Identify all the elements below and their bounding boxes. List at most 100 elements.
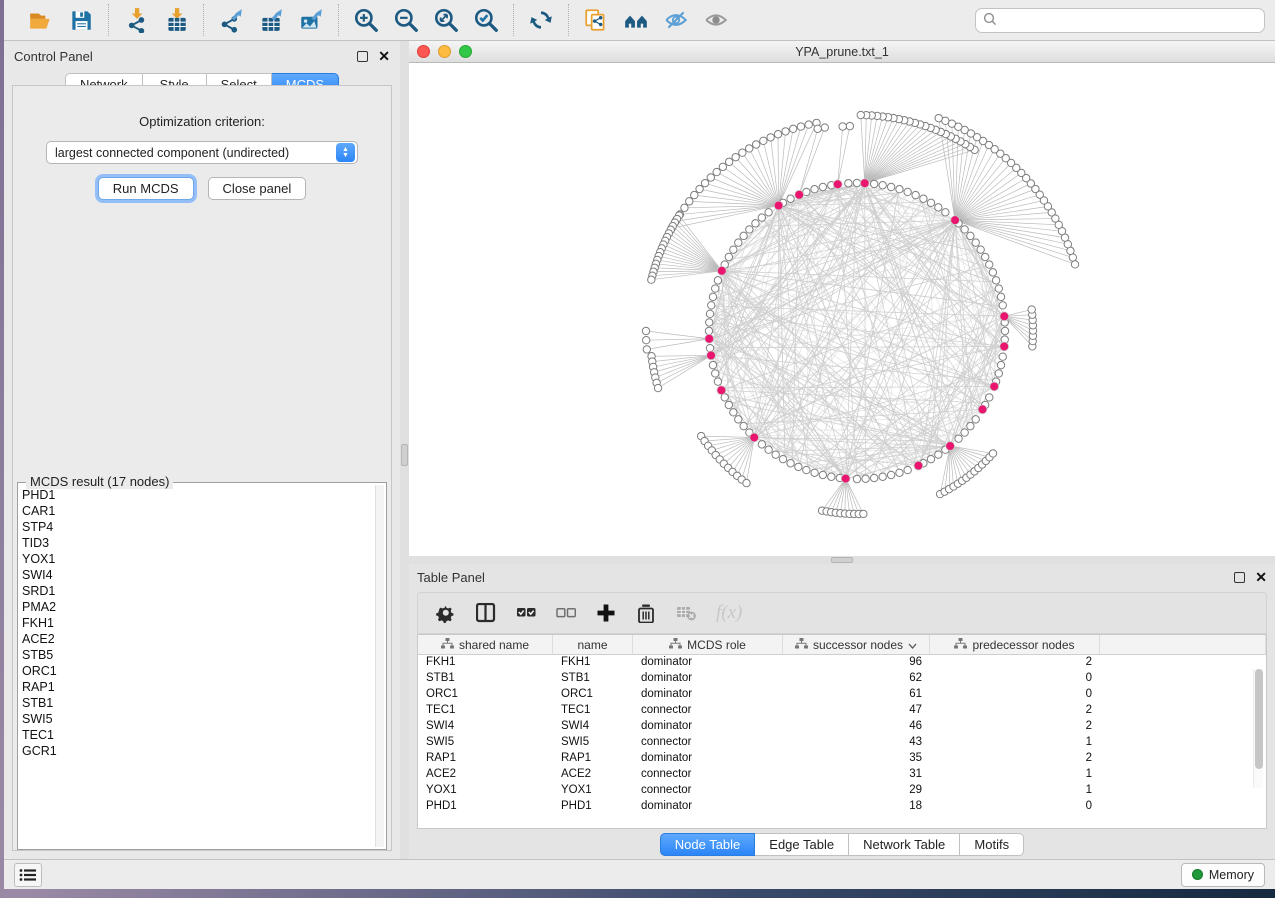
network-canvas[interactable] [409,63,1275,556]
mcds-dominator-node[interactable] [841,474,850,483]
network-node[interactable] [706,319,713,326]
network-node[interactable] [870,474,877,481]
table-row[interactable]: YOX1YOX1connector291 [418,783,1266,799]
column-header-name[interactable]: name [553,635,633,654]
mcds-result-item[interactable]: GCR1 [22,743,374,759]
mcds-result-item[interactable]: PHD1 [22,487,374,503]
network-node[interactable] [725,401,732,408]
mcds-dominator-node[interactable] [951,216,960,225]
column-header-shared-name[interactable]: shared name [418,635,553,654]
network-node[interactable] [879,182,886,189]
network-node[interactable] [740,422,747,429]
tab-network-table[interactable]: Network Table [849,833,960,856]
export-table-button[interactable] [256,5,286,35]
network-graph[interactable] [409,63,1273,555]
add-column-button[interactable] [596,600,616,626]
leaf-node[interactable] [739,149,746,156]
network-node[interactable] [995,285,1002,292]
network-node[interactable] [967,232,974,239]
mcds-dominator-node[interactable] [1000,342,1009,351]
network-node[interactable] [709,361,716,368]
column-header-successor-nodes[interactable]: successor nodes [783,635,930,654]
network-node[interactable] [977,246,984,253]
network-node[interactable] [811,186,818,193]
network-node[interactable] [904,466,911,473]
network-node[interactable] [870,180,877,187]
network-node[interactable] [787,460,794,467]
leaf-node[interactable] [719,163,726,170]
mcds-dominator-node[interactable] [978,405,987,414]
table-row[interactable]: TEC1TEC1connector472 [418,703,1266,719]
leaf-node[interactable] [821,124,828,131]
float-panel-icon[interactable] [1234,572,1245,583]
mcds-list-scrollbar[interactable] [375,485,384,847]
mcds-result-item[interactable]: STB1 [22,695,374,711]
table-row[interactable]: RAP1RAP1dominator352 [418,751,1266,767]
mcds-result-item[interactable]: STP4 [22,519,374,535]
mcds-result-item[interactable]: SWI5 [22,711,374,727]
network-node[interactable] [935,451,942,458]
leaf-node[interactable] [839,123,846,130]
search-input[interactable] [1002,13,1257,27]
leaf-node[interactable] [774,131,781,138]
export-image-button[interactable] [296,5,326,35]
network-node[interactable] [803,466,810,473]
deselect-all-button[interactable] [556,600,576,626]
network-node[interactable] [999,353,1006,360]
node-table[interactable]: shared namenameMCDS rolesuccessor nodesp… [417,634,1267,829]
network-node[interactable] [935,204,942,211]
network-node[interactable] [961,226,968,233]
leaf-node[interactable] [686,198,693,205]
mcds-dominator-node[interactable] [707,351,716,360]
network-node[interactable] [772,451,779,458]
network-node[interactable] [735,239,742,246]
maximize-window-icon[interactable] [459,45,472,58]
network-node[interactable] [735,416,742,423]
network-node[interactable] [705,327,712,334]
mcds-dominator-node[interactable] [946,442,955,451]
leaf-node[interactable] [782,128,789,135]
mcds-result-item[interactable]: STB5 [22,647,374,663]
zoom-fit-button[interactable] [431,5,461,35]
network-node[interactable] [862,475,869,482]
leaf-node[interactable] [745,145,752,152]
network-node[interactable] [819,183,826,190]
network-node[interactable] [1001,327,1008,334]
network-node[interactable] [887,471,894,478]
splitter-grip[interactable] [831,557,853,563]
network-node[interactable] [997,293,1004,300]
table-row[interactable]: ACE2ACE2connector311 [418,767,1266,783]
close-window-icon[interactable] [417,45,430,58]
leaf-node[interactable] [857,111,864,118]
splitter-grip[interactable] [401,444,408,466]
zoom-in-button[interactable] [351,5,381,35]
mcds-result-item[interactable]: PMA2 [22,599,374,615]
table-row[interactable]: SWI5SWI5connector431 [418,735,1266,751]
network-node[interactable] [779,455,786,462]
network-node[interactable] [758,214,765,221]
network-node[interactable] [896,469,903,476]
mcds-dominator-node[interactable] [774,201,783,210]
export-network-button[interactable] [216,5,246,35]
leaf-node[interactable] [648,276,655,283]
leaf-node[interactable] [846,122,853,129]
import-table-button[interactable] [161,5,191,35]
mcds-result-item[interactable]: YOX1 [22,551,374,567]
network-node[interactable] [995,370,1002,377]
mcds-result-item[interactable]: CAR1 [22,503,374,519]
leaf-node[interactable] [789,125,796,132]
network-node[interactable] [967,422,974,429]
network-node[interactable] [712,285,719,292]
tab-node-table[interactable]: Node Table [660,833,756,856]
close-panel-icon[interactable]: ✕ [378,51,390,62]
mcds-dominator-node[interactable] [705,334,714,343]
leaf-node[interactable] [989,450,996,457]
table-row[interactable]: ORC1ORC1dominator610 [418,687,1266,703]
network-node[interactable] [981,253,988,260]
network-node[interactable] [927,199,934,206]
network-node[interactable] [752,220,759,227]
mcds-result-item[interactable]: FKH1 [22,615,374,631]
leaf-node[interactable] [713,168,720,175]
leaf-node[interactable] [752,141,759,148]
network-node[interactable] [992,277,999,284]
